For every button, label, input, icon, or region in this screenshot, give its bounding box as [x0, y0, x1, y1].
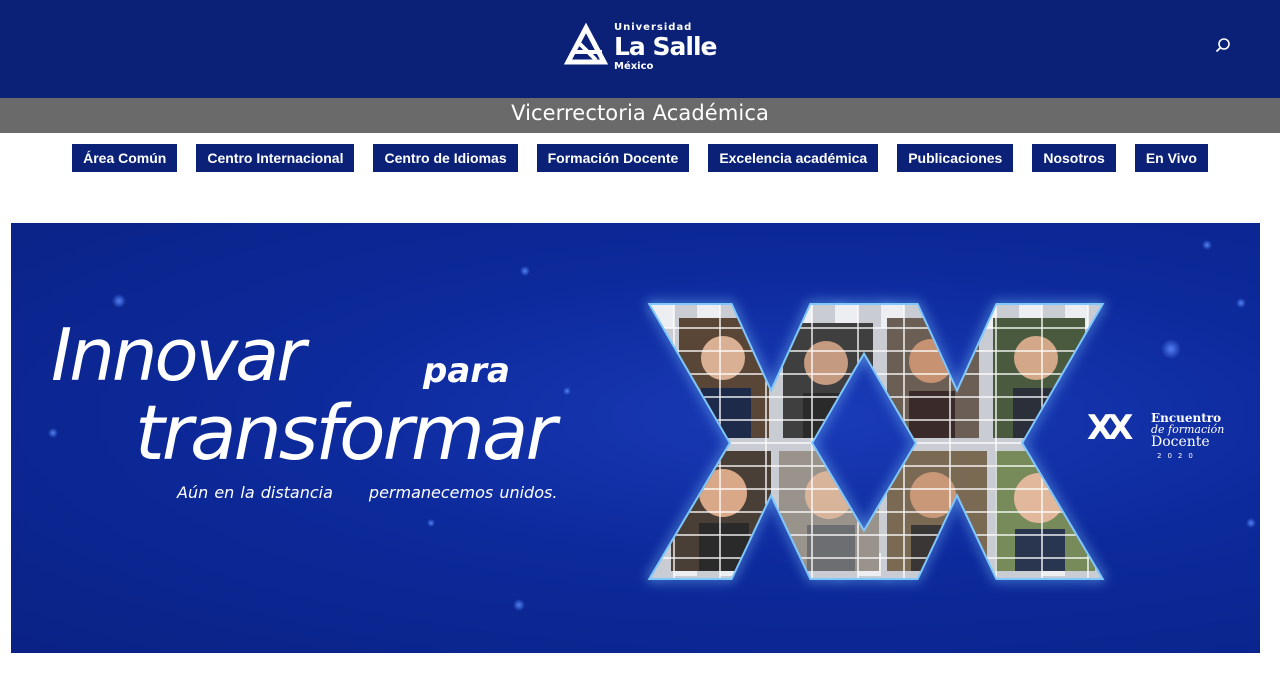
bokeh-dot [1246, 518, 1256, 528]
section-title: Vicerrectoria Académica [511, 101, 769, 125]
search-icon[interactable] [1214, 37, 1232, 55]
main-nav: Área Común Centro Internacional Centro d… [0, 144, 1280, 172]
bokeh-dot [48, 428, 58, 438]
nav-formacion-docente[interactable]: Formación Docente [536, 144, 690, 172]
nav-en-vivo[interactable]: En Vivo [1134, 144, 1208, 172]
banner-headline-innovar: Innovar [51, 313, 306, 397]
banner-headline-para: para [423, 351, 510, 391]
nav-area-comun[interactable]: Área Común [72, 144, 178, 172]
logo-registered-mark: ® [703, 50, 709, 57]
bokeh-dot [112, 294, 126, 308]
bokeh-dot [427, 519, 435, 527]
bokeh-dot [563, 387, 571, 395]
nav-excelencia-academica[interactable]: Excelencia académica [708, 144, 879, 172]
badge-line-3: Docente [1151, 434, 1210, 450]
banner-headline-transformar: transformar [135, 388, 557, 477]
la-salle-star-icon [563, 22, 609, 65]
badge-numeral: XX [1087, 408, 1134, 448]
nav-centro-de-idiomas[interactable]: Centro de Idiomas [373, 144, 518, 172]
tagline-part-1: Aún en la distancia [177, 483, 333, 502]
tagline-part-2: permanecemos unidos. [368, 483, 558, 502]
bokeh-dot [513, 599, 525, 611]
site-header: Universidad La Salle ® México [0, 0, 1280, 98]
nav-nosotros[interactable]: Nosotros [1032, 144, 1116, 172]
xx-photo-mosaic [651, 305, 1101, 578]
bokeh-dot [520, 266, 530, 276]
logo-country-text: México [614, 61, 654, 72]
nav-centro-internacional[interactable]: Centro Internacional [196, 144, 355, 172]
bokeh-dot [1161, 339, 1181, 359]
encuentro-badge: XX Encuentro de formación Docente 2020 [1087, 409, 1227, 465]
banner-tagline: Aún en la distancia permanecemos unidos. [177, 483, 557, 502]
nav-publicaciones[interactable]: Publicaciones [897, 144, 1014, 172]
bokeh-dot [1202, 240, 1212, 250]
la-salle-logo[interactable]: Universidad La Salle ® México [560, 20, 720, 76]
badge-year: 2020 [1157, 452, 1199, 460]
bokeh-dot [1236, 298, 1246, 308]
hero-banner[interactable]: Innovar para transformar Aún en la dista… [11, 223, 1260, 653]
logo-name-text: La Salle [614, 32, 717, 61]
section-title-bar: Vicerrectoria Académica [0, 98, 1280, 133]
